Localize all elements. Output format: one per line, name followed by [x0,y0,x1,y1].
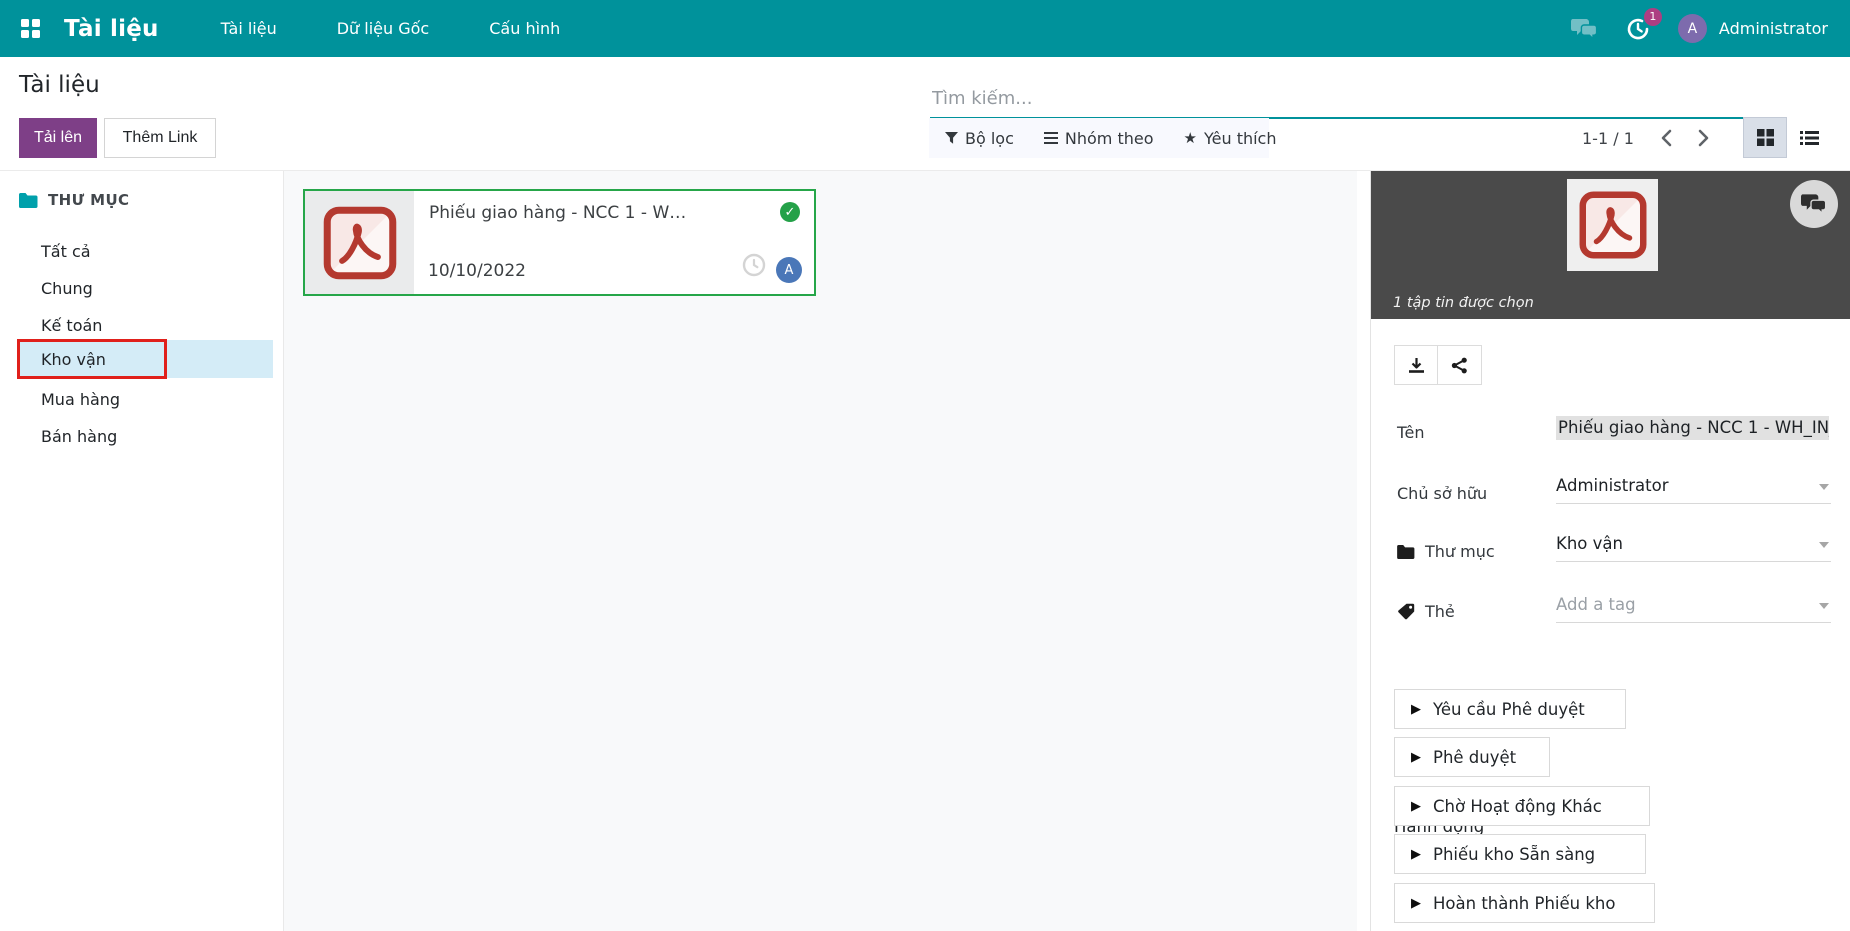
sidebar-item-mua-hang[interactable]: Mua hàng [0,380,273,418]
star-icon: ★ [1183,129,1197,147]
user-menu[interactable]: A Administrator [1677,14,1828,43]
kanban-area: Phiếu giao hàng - NCC 1 - W… ✓ 10/10/202… [284,171,1357,931]
activities-icon[interactable]: 1 [1626,7,1662,41]
filter-bar: Bộ lọc Nhóm theo ★ Yêu thích [929,118,1276,158]
pager-range: 1-1 / 1 [1582,128,1634,148]
share-icon [1451,357,1467,373]
document-owner-avatar[interactable]: A [776,257,802,283]
add-link-button[interactable]: Thêm Link [104,118,216,158]
sidebar-item-ban-hang[interactable]: Bán hàng [0,417,273,455]
selected-check-icon[interactable]: ✓ [780,202,800,222]
folders-sidebar: THƯ MỤC Tất cả Chung Kế toán Kho vận Mua… [0,171,284,931]
folders-section-header[interactable]: THƯ MỤC [19,191,129,209]
kanban-view-button[interactable] [1743,117,1787,158]
pdf-file-icon [1579,191,1646,259]
name-field-label: Tên [1397,423,1425,442]
favorites-button[interactable]: ★ Yêu thích [1184,129,1277,148]
document-date: 10/10/2022 [428,261,526,281]
control-panel: Tài liệu Tải lên Thêm Link Bộ lọc Nhóm t… [0,57,1850,171]
chevron-down-icon [1819,603,1829,609]
tags-field-label: Thẻ [1397,602,1455,621]
file-toolbar [1394,345,1482,385]
user-name: Administrator [1718,19,1828,38]
folder-icon [1397,544,1415,559]
chevron-down-icon [1819,484,1829,490]
search-input[interactable] [930,83,1792,119]
selection-caption: 1 tập tin được chọn [1393,295,1534,311]
funnel-icon [945,131,958,144]
chat-bubbles-icon [1570,18,1598,40]
view-switcher [1743,117,1831,158]
top-navbar: Tài liệu Tài liệu Dữ liệu Gốc Cấu hình 1… [0,0,1850,57]
group-by-icon [1043,132,1058,144]
list-view-button[interactable] [1787,117,1831,158]
kanban-icon [1756,129,1774,146]
apps-menu-icon[interactable] [21,19,40,38]
document-card[interactable]: Phiếu giao hàng - NCC 1 - W… ✓ 10/10/202… [303,189,816,296]
nav-item-configuration[interactable]: Cấu hình [487,13,562,44]
sidebar-item-chung[interactable]: Chung [0,269,273,307]
folder-icon [19,192,38,208]
owner-field-value: Administrator [1556,476,1669,495]
folder-field-value: Kho vận [1556,534,1623,553]
download-button[interactable] [1394,345,1438,385]
user-avatar: A [1677,14,1707,43]
open-chatter-button[interactable] [1790,180,1838,228]
action-approve-button[interactable]: ▶ Phê duyệt [1394,737,1550,777]
tag-icon [1398,603,1415,620]
inspector-panel: 1 tập tin được chọn Tên Phiếu giao hàng … [1370,171,1850,931]
folder-field-label: Thư mục [1397,542,1495,561]
nav-item-documents[interactable]: Tài liệu [219,13,279,44]
name-field-value: Phiếu giao hàng - NCC 1 - WH_IN_ [1556,416,1829,440]
chat-bubbles-icon [1801,194,1827,215]
app-brand[interactable]: Tài liệu [64,16,159,42]
nav-item-master-data[interactable]: Dữ liệu Gốc [335,13,432,44]
sidebar-item-kho-van[interactable]: Kho vận [17,340,273,378]
page-title: Tài liệu [19,72,100,98]
document-title: Phiếu giao hàng - NCC 1 - W… [429,203,687,223]
pager: 1-1 / 1 [1582,118,1722,158]
sidebar-item-ke-toan[interactable]: Kế toán [0,306,273,344]
action-picking-ready-button[interactable]: ▶ Phiếu kho Sẵn sàng [1394,834,1646,874]
play-icon: ▶ [1411,846,1421,862]
activity-badge: 1 [1643,7,1662,26]
share-button[interactable] [1438,345,1482,385]
pager-next-icon[interactable] [1685,118,1722,158]
sidebar-item-all[interactable]: Tất cả [0,232,273,270]
play-icon: ▶ [1411,749,1421,765]
messages-icon[interactable] [1570,18,1598,40]
inspector-header: 1 tập tin được chọn [1371,171,1850,319]
preview-tile[interactable] [1567,179,1658,271]
filters-button[interactable]: Bộ lọc [945,129,1014,148]
chevron-down-icon [1819,542,1829,548]
play-icon: ▶ [1411,798,1421,814]
pager-previous-icon[interactable] [1648,118,1685,158]
action-complete-picking-button[interactable]: ▶ Hoàn thành Phiếu kho [1394,883,1655,923]
tags-field[interactable]: Add a tag [1556,595,1831,623]
action-request-approval-button[interactable]: ▶ Yêu cầu Phê duyệt [1394,689,1626,729]
document-thumbnail [305,191,414,294]
nav-menu: Tài liệu Dữ liệu Gốc Cấu hình [219,13,563,44]
folder-field[interactable]: Kho vận [1556,534,1831,562]
group-by-button[interactable]: Nhóm theo [1043,129,1154,148]
name-field[interactable]: Phiếu giao hàng - NCC 1 - WH_IN_ [1556,416,1831,444]
scroll-gutter [1357,171,1370,931]
pdf-file-icon [323,206,396,279]
play-icon: ▶ [1411,895,1421,911]
owner-field[interactable]: Administrator [1556,476,1831,504]
upload-button[interactable]: Tải lên [19,118,97,158]
list-icon [1799,130,1819,145]
play-icon: ▶ [1411,701,1421,717]
activity-clock-icon[interactable] [742,253,766,281]
download-icon [1408,357,1424,373]
action-wait-other-button[interactable]: ▶ Chờ Hoạt động Khác [1394,786,1650,826]
owner-field-label: Chủ sở hữu [1397,484,1488,503]
tags-placeholder: Add a tag [1556,595,1636,614]
